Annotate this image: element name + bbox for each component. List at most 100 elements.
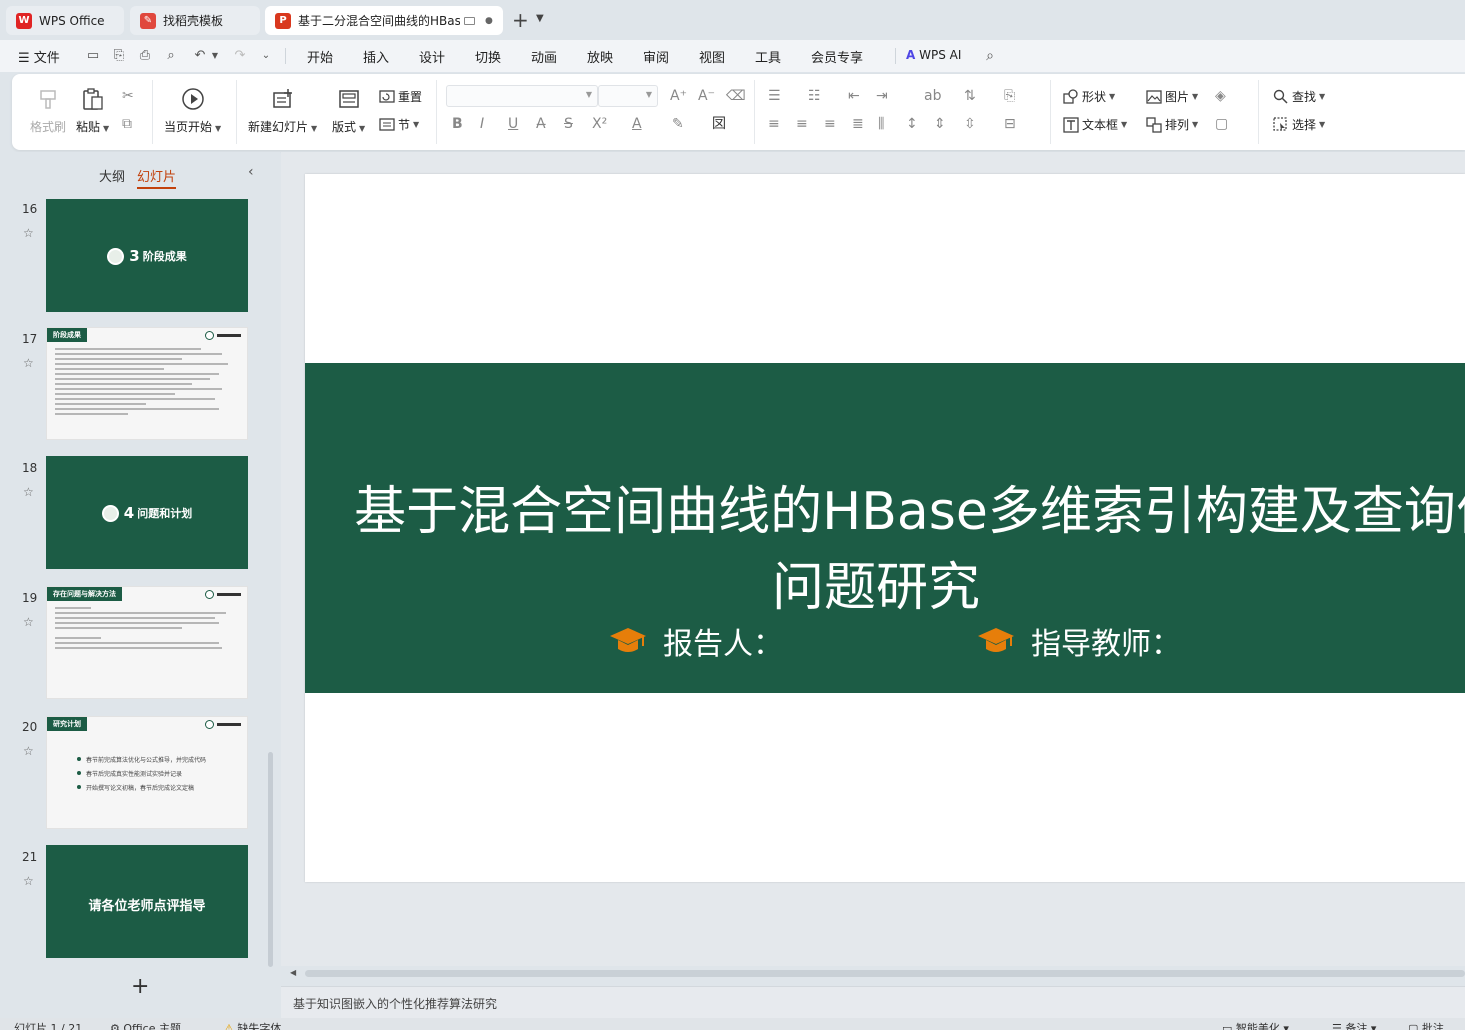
menu-tab-transitions[interactable]: 切换 bbox=[475, 47, 501, 66]
copy-icon[interactable]: ⧉ bbox=[122, 116, 132, 132]
text-shadow-icon[interactable]: A̶ bbox=[536, 116, 546, 132]
comments-button[interactable]: ▢ 批注 bbox=[1408, 1020, 1444, 1030]
bold-icon[interactable]: B bbox=[452, 116, 463, 132]
column-icon[interactable]: ⇳ bbox=[964, 116, 976, 132]
star-icon[interactable]: ☆ bbox=[23, 226, 34, 240]
align-center-icon[interactable]: ≡ bbox=[796, 116, 808, 132]
menu-tab-review[interactable]: 审阅 bbox=[643, 47, 669, 66]
strikethrough-icon[interactable]: S bbox=[564, 116, 573, 132]
menu-tab-tools[interactable]: 工具 bbox=[755, 47, 781, 66]
panel-scrollbar[interactable] bbox=[268, 752, 273, 967]
menu-tab-animations[interactable]: 动画 bbox=[531, 47, 557, 66]
slide-thumbnail-20[interactable]: 研究计划 春节前完成算法优化与公式推导，并完成代码 春节后完成真实性能测试实验并… bbox=[46, 716, 248, 829]
reporter-field[interactable]: 报告人： bbox=[609, 619, 783, 663]
smart-beautify-button[interactable]: ▭ 智能美化 ▾ bbox=[1222, 1020, 1289, 1030]
tab-slides[interactable]: 幻灯片 bbox=[137, 166, 177, 189]
fill-color-icon[interactable]: ◈ bbox=[1215, 88, 1226, 104]
align-right-icon[interactable]: ≡ bbox=[824, 116, 836, 132]
menu-tab-design[interactable]: 设计 bbox=[419, 47, 445, 66]
select-button[interactable]: 选择 ▼ bbox=[1272, 116, 1325, 133]
notes-pane[interactable]: 基于知识图嵌入的个性化推荐算法研究 bbox=[281, 986, 1465, 1018]
reset-button[interactable]: 重置 bbox=[378, 88, 422, 105]
menu-tab-view[interactable]: 视图 bbox=[699, 47, 725, 66]
cut-icon[interactable]: ✂ bbox=[122, 88, 134, 104]
export-icon[interactable]: ⎘ bbox=[111, 48, 127, 64]
font-size-select[interactable]: ▼ bbox=[598, 85, 658, 107]
horizontal-scrollbar[interactable] bbox=[305, 970, 1465, 977]
menu-tab-insert[interactable]: 插入 bbox=[363, 47, 389, 66]
superscript-icon[interactable]: X² bbox=[592, 116, 607, 132]
textbox-button[interactable]: 文本框 ▼ bbox=[1062, 116, 1127, 133]
format-painter-button[interactable]: 格式刷 bbox=[30, 86, 66, 135]
tab-outline[interactable]: 大纲 bbox=[99, 166, 125, 185]
font-color-icon[interactable]: A bbox=[632, 116, 642, 132]
convert-smartart-icon[interactable]: ⎘ bbox=[1004, 88, 1015, 104]
justify-icon[interactable]: ≣ bbox=[852, 116, 864, 132]
slide-thumbnail-19[interactable]: 存在问题与解决方法 bbox=[46, 586, 248, 699]
numbered-list-icon[interactable]: ☷ bbox=[808, 88, 821, 104]
print-icon[interactable]: ⎙ bbox=[137, 48, 153, 64]
print-preview-icon[interactable]: ⌕ bbox=[163, 48, 179, 64]
undo-icon[interactable]: ↶ bbox=[192, 48, 208, 64]
notes-toggle-button[interactable]: ☰ 备注 ▾ bbox=[1332, 1020, 1376, 1030]
underline-icon[interactable]: U bbox=[508, 116, 518, 132]
picture-button[interactable]: 图片 ▼ bbox=[1145, 88, 1198, 105]
font-family-select[interactable]: ▼ bbox=[446, 85, 598, 107]
slide-thumbnail-18[interactable]: 4 问题和计划 bbox=[46, 456, 248, 569]
align-left-icon[interactable]: ≡ bbox=[768, 116, 780, 132]
line-spacing-icon[interactable]: ↕ bbox=[906, 116, 918, 132]
paste-button[interactable]: 粘贴 ▼ bbox=[76, 86, 109, 135]
new-slide-button[interactable]: 新建幻灯片 ▼ bbox=[248, 86, 317, 135]
missing-font-indicator[interactable]: ⚠ 缺失字体 bbox=[224, 1020, 281, 1030]
increase-font-icon[interactable]: A⁺ bbox=[670, 88, 687, 104]
menu-tab-membership[interactable]: 会员专享 bbox=[811, 47, 863, 66]
slide-thumbnail-16[interactable]: 3 阶段成果 bbox=[46, 199, 248, 312]
star-icon[interactable]: ☆ bbox=[23, 874, 34, 888]
section-button[interactable]: 节 ▼ bbox=[378, 116, 419, 133]
menu-tab-home[interactable]: 开始 bbox=[307, 47, 333, 66]
find-button[interactable]: 查找 ▼ bbox=[1272, 88, 1325, 105]
menu-tab-slideshow[interactable]: 放映 bbox=[587, 47, 613, 66]
current-slide[interactable]: 基于混合空间曲线的HBase多维索引构建及查询优 问题研究 报告人： 指导教师： bbox=[305, 174, 1465, 882]
shape-button[interactable]: 形状 ▼ bbox=[1062, 88, 1115, 105]
decrease-indent-icon[interactable]: ⇤ bbox=[848, 88, 860, 104]
tab-wps-office[interactable]: W WPS Office bbox=[6, 6, 124, 35]
layout-button[interactable]: 版式 ▼ bbox=[332, 86, 365, 135]
star-icon[interactable]: ☆ bbox=[23, 744, 34, 758]
undo-dropdown-icon[interactable]: ▼ bbox=[207, 48, 223, 64]
slide-title[interactable]: 基于混合空间曲线的HBase多维索引构建及查询优 问题研究 bbox=[331, 474, 1465, 626]
tab-current-presentation[interactable]: P 基于二分混合空间曲线的HBas ● bbox=[265, 6, 503, 35]
scroll-left-icon[interactable]: ◀ bbox=[290, 968, 296, 977]
slide-thumbnail-21[interactable]: 请各位老师点评指导 bbox=[46, 845, 248, 958]
phonetic-icon[interactable]: 㘝 bbox=[712, 116, 726, 132]
add-slide-button[interactable]: + bbox=[131, 974, 149, 999]
collapse-panel-icon[interactable]: ‹ bbox=[248, 164, 254, 180]
bullet-list-icon[interactable]: ☰ bbox=[768, 88, 781, 104]
star-icon[interactable]: ☆ bbox=[23, 615, 34, 629]
search-icon[interactable]: ⌕ bbox=[982, 48, 998, 64]
tab-docer-templates[interactable]: ✎ 找稻壳模板 bbox=[130, 6, 260, 35]
arrange-button[interactable]: 排列 ▼ bbox=[1145, 116, 1198, 133]
chevron-down-icon[interactable]: ▼ bbox=[536, 13, 544, 24]
italic-icon[interactable]: I bbox=[480, 116, 484, 132]
outline-color-icon[interactable]: ▢ bbox=[1215, 116, 1228, 132]
increase-indent-icon[interactable]: ⇥ bbox=[876, 88, 888, 104]
more-quick-access-icon[interactable]: ⌄ bbox=[258, 48, 274, 64]
advisor-field[interactable]: 指导教师： bbox=[977, 619, 1181, 663]
decrease-font-icon[interactable]: A⁻ bbox=[698, 88, 715, 104]
paragraph-spacing-icon[interactable]: ⇕ bbox=[934, 116, 946, 132]
clear-format-icon[interactable]: ⌫ bbox=[726, 88, 746, 104]
sort-icon[interactable]: ⇅ bbox=[964, 88, 976, 104]
text-direction-icon[interactable]: ab bbox=[924, 88, 941, 104]
text-box-align-icon[interactable]: ⊟ bbox=[1004, 116, 1016, 132]
wps-ai-button[interactable]: A WPS AI bbox=[906, 48, 961, 62]
redo-icon[interactable]: ↷ bbox=[232, 48, 248, 64]
star-icon[interactable]: ☆ bbox=[23, 356, 34, 370]
distribute-icon[interactable]: ⫼ bbox=[878, 116, 884, 132]
theme-indicator[interactable]: ⚙ Office 主题 bbox=[110, 1020, 181, 1030]
slide-thumbnail-17[interactable]: 阶段成果 bbox=[46, 327, 248, 440]
highlight-icon[interactable]: ✎ bbox=[672, 116, 684, 132]
star-icon[interactable]: ☆ bbox=[23, 485, 34, 499]
new-tab-button[interactable]: + bbox=[512, 9, 529, 31]
file-menu[interactable]: ☰ 文件 bbox=[18, 47, 60, 66]
